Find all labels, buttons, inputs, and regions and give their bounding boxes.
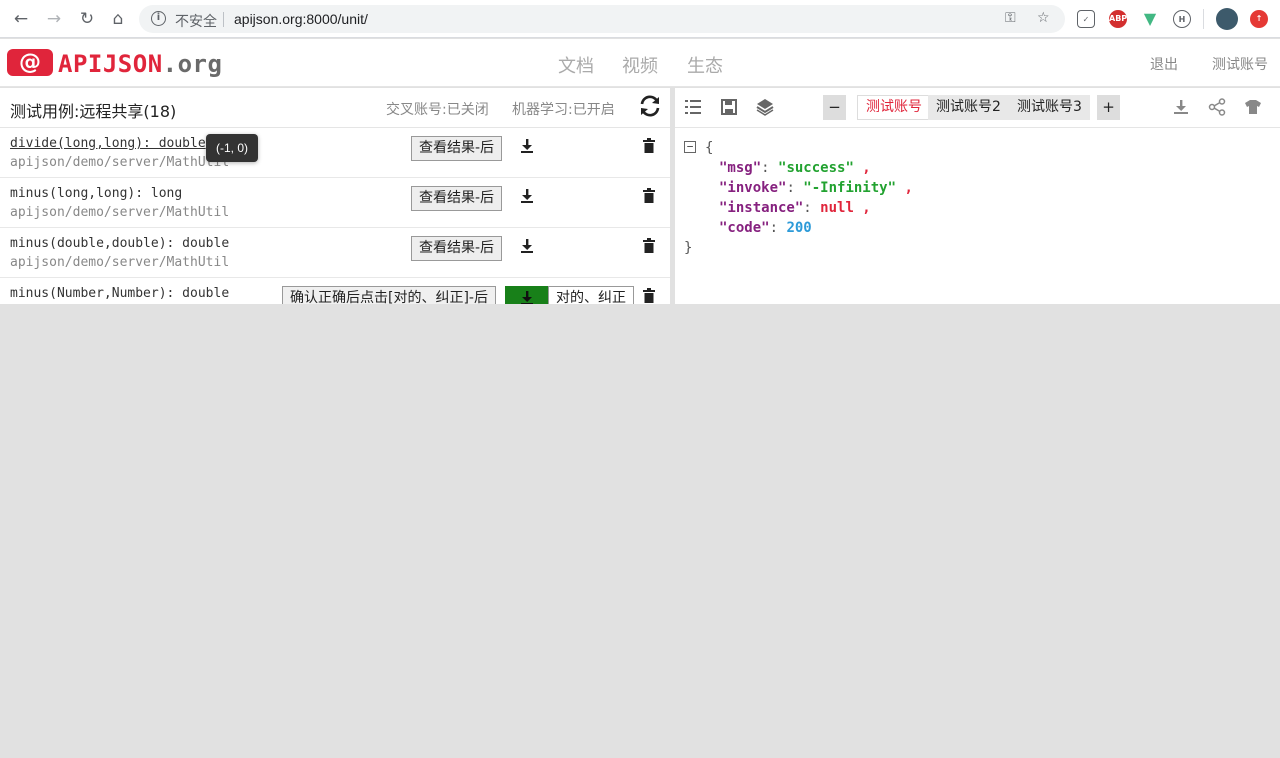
- json-value: 200: [786, 220, 812, 236]
- json-line: "code": 200: [719, 220, 812, 236]
- nav-ecosystem[interactable]: 生态: [687, 52, 723, 78]
- toolbar-separator: [1203, 9, 1204, 29]
- share-icon[interactable]: [1208, 98, 1226, 116]
- browser-toolbar: ← → ↻ ⌂ i 不安全 apijson.org:8000/unit/ ⚿ ☆…: [0, 0, 1280, 38]
- test-case-row[interactable]: divide(long,long): double apijson/demo/s…: [0, 128, 670, 178]
- account-link[interactable]: 测试账号: [1212, 54, 1268, 74]
- correct-button[interactable]: 对的、纠正: [548, 286, 634, 304]
- adblock-extension-icon[interactable]: ABP: [1109, 10, 1127, 28]
- url-text[interactable]: apijson.org:8000/unit/: [234, 11, 368, 27]
- vue-devtools-icon[interactable]: ▼: [1141, 10, 1159, 28]
- download-icon[interactable]: [1172, 98, 1190, 116]
- logo-at-icon[interactable]: @: [7, 49, 53, 76]
- machine-learning-toggle[interactable]: 机器学习:已开启: [512, 99, 615, 119]
- refresh-icon[interactable]: [638, 94, 662, 118]
- trash-icon[interactable]: [642, 238, 656, 253]
- json-open-brace: {: [705, 140, 714, 156]
- download-icon: [521, 291, 533, 304]
- nav-docs[interactable]: 文档: [558, 52, 594, 78]
- json-line: "invoke": "-Infinity" ,: [719, 180, 913, 196]
- test-case-row[interactable]: minus(double,double): double apijson/dem…: [0, 228, 670, 278]
- json-key: "instance": [719, 200, 804, 216]
- home-icon[interactable]: ⌂: [107, 8, 129, 30]
- download-icon[interactable]: [519, 188, 535, 204]
- json-key: "code": [719, 220, 770, 236]
- app-header: @ APIJSON.org 文档 视频 生态 退出 测试账号: [0, 39, 1280, 87]
- view-result-button[interactable]: 查看结果-后: [411, 186, 503, 211]
- collapse-toggle-icon[interactable]: −: [684, 141, 696, 153]
- case-method-name[interactable]: minus(long,long): long: [10, 186, 182, 201]
- download-icon[interactable]: [519, 238, 535, 254]
- test-case-title: 测试用例:远程共享(18): [10, 102, 177, 121]
- account-tab-3[interactable]: 测试账号3: [1009, 95, 1090, 120]
- info-icon[interactable]: i: [151, 11, 166, 26]
- profile-avatar[interactable]: [1216, 8, 1238, 30]
- download-icon[interactable]: [519, 138, 535, 154]
- back-icon[interactable]: ←: [10, 8, 32, 30]
- remove-account-button[interactable]: −: [823, 95, 846, 120]
- json-value: null: [820, 200, 854, 216]
- cross-account-toggle[interactable]: 交叉账号:已关闭: [386, 99, 489, 119]
- json-key: "invoke": [719, 180, 787, 196]
- test-case-row[interactable]: minus(long,long): long apijson/demo/serv…: [0, 178, 670, 228]
- add-account-button[interactable]: +: [1097, 95, 1120, 120]
- response-toolbar: − 测试账号 测试账号2 测试账号3 +: [675, 88, 1280, 128]
- case-class-path: apijson/demo/server/MathUtil: [10, 255, 230, 270]
- key-icon[interactable]: ⚿: [1005, 10, 1016, 26]
- logo-sub-text: .org: [162, 50, 223, 78]
- nav-videos[interactable]: 视频: [622, 52, 658, 78]
- shield-extension-icon[interactable]: ✓: [1077, 10, 1095, 28]
- json-key: "msg": [719, 160, 762, 176]
- trash-icon[interactable]: [642, 188, 656, 203]
- test-case-header: 测试用例:远程共享(18) 交叉账号:已关闭 机器学习:已开启: [0, 88, 670, 128]
- view-result-button[interactable]: 查看结果-后: [411, 236, 503, 261]
- json-close-brace: }: [684, 240, 693, 256]
- trash-icon[interactable]: [642, 138, 656, 153]
- download-button[interactable]: [505, 286, 548, 304]
- confirm-correct-button[interactable]: 确认正确后点击[对的、纠正]-后: [282, 286, 496, 304]
- h-extension-icon[interactable]: H: [1173, 10, 1191, 28]
- case-method-name[interactable]: divide(long,long): double: [10, 136, 206, 151]
- update-icon[interactable]: ↑: [1250, 10, 1268, 28]
- security-label: 不安全: [175, 13, 217, 29]
- view-result-button[interactable]: 查看结果-后: [411, 136, 503, 161]
- case-class-path: apijson/demo/server/MathUtil: [10, 155, 230, 170]
- json-line: "instance": null ,: [719, 200, 871, 216]
- tooltip: (-1, 0): [206, 134, 258, 162]
- address-bar[interactable]: i 不安全 apijson.org:8000/unit/ ⚿ ☆: [139, 5, 1065, 33]
- case-method-name[interactable]: minus(double,double): double: [10, 236, 229, 251]
- star-icon[interactable]: ☆: [1037, 10, 1050, 26]
- logo[interactable]: APIJSON.org: [58, 50, 222, 78]
- list-order-icon[interactable]: [684, 98, 702, 116]
- test-case-row[interactable]: minus(Number,Number): double apijson 确认正…: [0, 278, 670, 304]
- layers-icon[interactable]: [756, 98, 774, 116]
- address-separator: [223, 12, 224, 27]
- forward-icon[interactable]: →: [43, 8, 65, 30]
- logout-link[interactable]: 退出: [1150, 54, 1178, 74]
- test-case-panel: 测试用例:远程共享(18) 交叉账号:已关闭 机器学习:已开启 divide(l…: [0, 88, 670, 304]
- trash-icon[interactable]: [642, 288, 656, 303]
- reload-icon[interactable]: ↻: [76, 8, 98, 30]
- save-icon[interactable]: [720, 98, 738, 116]
- account-tab-1[interactable]: 测试账号: [857, 95, 931, 120]
- case-method-name[interactable]: minus(Number,Number): double: [10, 286, 229, 301]
- tshirt-icon[interactable]: [1244, 98, 1262, 116]
- account-tab-2[interactable]: 测试账号2: [928, 95, 1009, 120]
- json-value: "-Infinity": [803, 180, 897, 196]
- json-value: "success": [778, 160, 854, 176]
- logo-main-text: APIJSON: [58, 50, 163, 78]
- json-line: "msg": "success" ,: [719, 160, 871, 176]
- case-class-path: apijson/demo/server/MathUtil: [10, 205, 230, 220]
- response-panel: − 测试账号 测试账号2 测试账号3 + − { "msg": "success…: [675, 88, 1280, 304]
